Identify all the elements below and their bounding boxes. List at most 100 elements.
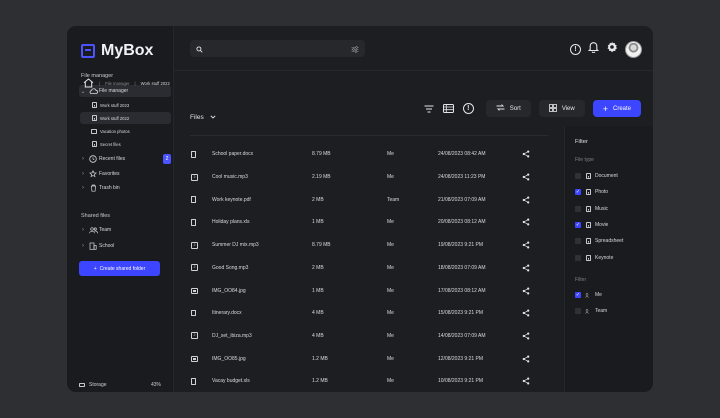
file-owner: Me [387, 355, 394, 362]
file-name: IMG_OO85.jpg [212, 355, 246, 362]
toolbar: ! Sort View + Create [423, 100, 641, 117]
sidebar-item-work-2022[interactable]: Work stuff 2022 [80, 112, 171, 124]
top-bar: ! [174, 26, 653, 71]
breadcrumb-parent[interactable]: File manager [105, 81, 129, 86]
building-icon [87, 242, 99, 250]
checkbox[interactable] [575, 238, 581, 245]
document-icon [191, 378, 196, 385]
share-icon[interactable] [516, 173, 536, 181]
document-icon [191, 196, 196, 203]
chevron-right-icon: › [82, 243, 84, 249]
table-row[interactable]: ♪ Summer DJ mix.mp3 8.79 MB Me 19/08/2023 9:… [190, 234, 548, 257]
table-row[interactable]: Work keynote.pdf 2 MB Team 21/08/2023 07:09… [190, 188, 548, 211]
sliders-icon[interactable] [351, 40, 359, 58]
movie-icon [585, 221, 591, 228]
view-button[interactable]: View [538, 100, 585, 117]
checkbox[interactable]: ✓ [575, 189, 581, 196]
list-view-icon[interactable] [443, 103, 455, 115]
files-heading[interactable]: Files [190, 114, 216, 121]
checkbox[interactable]: ✓ [575, 221, 581, 228]
table-row[interactable]: IMG_OO85.jpg 1.2 MB Me 12/08/2023 9:21 PM [190, 347, 548, 370]
home-icon[interactable] [83, 78, 94, 88]
table-row[interactable]: School paper.docx 8.79 MB Me 24/08/2023 08:… [190, 143, 548, 166]
file-owner: Me [387, 174, 394, 181]
checkbox[interactable] [575, 308, 581, 314]
gear-icon[interactable] [606, 40, 618, 58]
file-owner: Me [387, 242, 394, 249]
users-icon [585, 292, 591, 298]
checkbox[interactable] [575, 205, 581, 212]
filter-option-movie[interactable]: ✓ Movie [575, 221, 608, 228]
table-row[interactable]: Vacay budget.xls 1.2 MB Me 10/08/2023 9:21 … [190, 370, 548, 392]
file-owner: Me [387, 151, 394, 158]
sidebar-item-team[interactable]: › Team [79, 224, 171, 236]
filter-lines-icon[interactable] [423, 103, 435, 115]
file-owner: Me [387, 378, 394, 385]
shared-section-title: Shared files [81, 213, 111, 219]
filter-option-music[interactable]: Music [575, 205, 608, 212]
file-name: Cool music.mp3 [212, 174, 248, 181]
checkbox[interactable] [575, 173, 581, 179]
sidebar-item-work-2023[interactable]: Work stuff 2023 [80, 99, 171, 111]
filter-title: Filter [575, 139, 588, 145]
sidebar-item-label: Team [99, 227, 112, 233]
share-icon[interactable] [516, 150, 536, 158]
filter-option-spreadsheet[interactable]: Spreadsheet [575, 238, 623, 245]
share-icon[interactable] [516, 377, 536, 385]
logo[interactable]: MyBox [81, 42, 153, 60]
file-owner: Me [387, 219, 394, 226]
checkbox[interactable]: ✓ [575, 292, 581, 298]
share-icon[interactable] [516, 196, 536, 204]
sidebar-item-school[interactable]: › School [79, 240, 171, 252]
document-icon [91, 115, 97, 121]
file-date: 21/08/2023 07:09 AM [438, 196, 486, 203]
file-owner: Team [387, 196, 400, 203]
share-icon[interactable] [516, 218, 536, 226]
filter-option-keynote[interactable]: Keynote [575, 254, 613, 261]
file-date: 10/08/2023 9:21 PM [438, 378, 484, 385]
storage-indicator[interactable]: Storage 43% [79, 382, 161, 388]
share-icon[interactable] [516, 332, 536, 340]
create-shared-folder-button[interactable]: + Create shared folder [79, 261, 160, 276]
table-row[interactable]: ♪ Cool music.mp3 2.19 MB Me 24/08/2023 11:23… [190, 166, 548, 189]
search-icon [196, 40, 203, 58]
chevron-right-icon: › [82, 227, 84, 233]
info-icon[interactable]: ! [570, 43, 581, 55]
search-input[interactable] [208, 45, 351, 52]
music-icon [585, 205, 591, 212]
photo-icon [191, 355, 198, 362]
table-row[interactable]: IMG_OO84.jpg 1 MB Me 17/08/2023 08:12 AM [190, 279, 548, 302]
share-icon[interactable] [516, 309, 536, 317]
create-button[interactable]: + Create [592, 100, 641, 117]
sidebar-item-favorites[interactable]: › Favorites [79, 168, 171, 180]
filter-panel: Filter File type Document ✓ Photo Music ✓ Mov… [564, 126, 653, 392]
filter-option-document[interactable]: Document [575, 173, 618, 179]
create-label: Create [612, 105, 631, 112]
sidebar-item-trash[interactable]: › Trash bin [79, 182, 171, 194]
sort-label: Sort [509, 105, 521, 112]
music-icon: ♪ [191, 173, 198, 181]
search-bar[interactable] [190, 40, 365, 57]
box-icon [81, 44, 95, 58]
table-row[interactable]: ♪ Good Song.mp3 2 MB Me 18/08/2023 07:09 AM [190, 257, 548, 280]
star-icon [87, 170, 99, 178]
table-row[interactable]: Itinerary.docx 4 MB Me 15/08/2023 9:21 PM [190, 302, 548, 325]
filter-owner-option[interactable]: ✓ Me [575, 292, 602, 298]
share-icon[interactable] [516, 287, 536, 295]
sidebar-item-vacation-photos[interactable]: Vacation photos [80, 125, 171, 137]
avatar[interactable] [625, 40, 642, 58]
sidebar-item-recent-files[interactable]: › Recent files 2 [79, 153, 171, 165]
filter-owner-option[interactable]: Team [575, 308, 607, 314]
share-icon[interactable] [516, 241, 536, 249]
share-icon[interactable] [516, 355, 536, 363]
info-icon[interactable]: ! [462, 103, 474, 114]
sort-button[interactable]: Sort [485, 100, 531, 117]
file-size: 1.2 MB [312, 378, 328, 385]
sidebar-item-secret-files[interactable]: Secret files [80, 138, 171, 150]
share-icon[interactable] [516, 264, 536, 272]
bell-icon[interactable] [587, 40, 600, 58]
checkbox[interactable] [575, 254, 581, 261]
filter-option-photo[interactable]: ✓ Photo [575, 189, 608, 196]
table-row[interactable]: Holiday plans.xls 1 MB Me 20/08/2023 08:12 … [190, 211, 548, 234]
table-row[interactable]: ♪ DJ_set_ibiza.mp3 4 MB Me 14/08/2023 07:09 … [190, 325, 548, 348]
